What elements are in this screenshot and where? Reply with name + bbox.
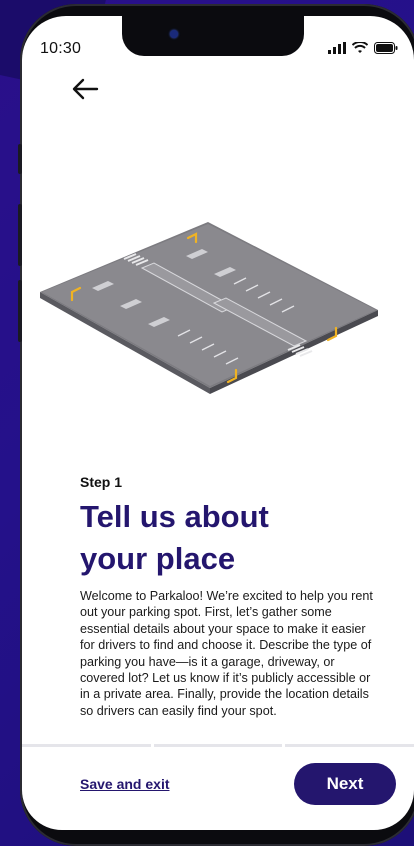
progress-segment-3 — [285, 744, 414, 747]
signal-icon — [328, 42, 346, 54]
page-title: Tell us about your place — [80, 499, 269, 576]
wifi-icon — [352, 42, 368, 53]
progress-segment-2 — [153, 744, 283, 747]
parking-lot-illustration — [40, 222, 378, 394]
progress-bar — [22, 744, 414, 747]
progress-segment-1 — [22, 744, 151, 747]
camera-icon — [170, 30, 178, 38]
battery-icon — [374, 42, 398, 54]
page-description: Welcome to Parkaloo! We’re excited to he… — [80, 589, 373, 718]
step-label: Step 1 — [80, 474, 123, 490]
app-screen: 10:30 Step 1 Tell us about your place We… — [22, 16, 414, 830]
status-icons — [328, 42, 398, 54]
status-time: 10:30 — [40, 40, 82, 57]
next-button[interactable]: Next — [294, 763, 396, 805]
back-arrow-icon[interactable] — [70, 76, 100, 102]
notch — [122, 16, 304, 56]
save-and-exit-link[interactable]: Save and exit — [80, 776, 170, 792]
